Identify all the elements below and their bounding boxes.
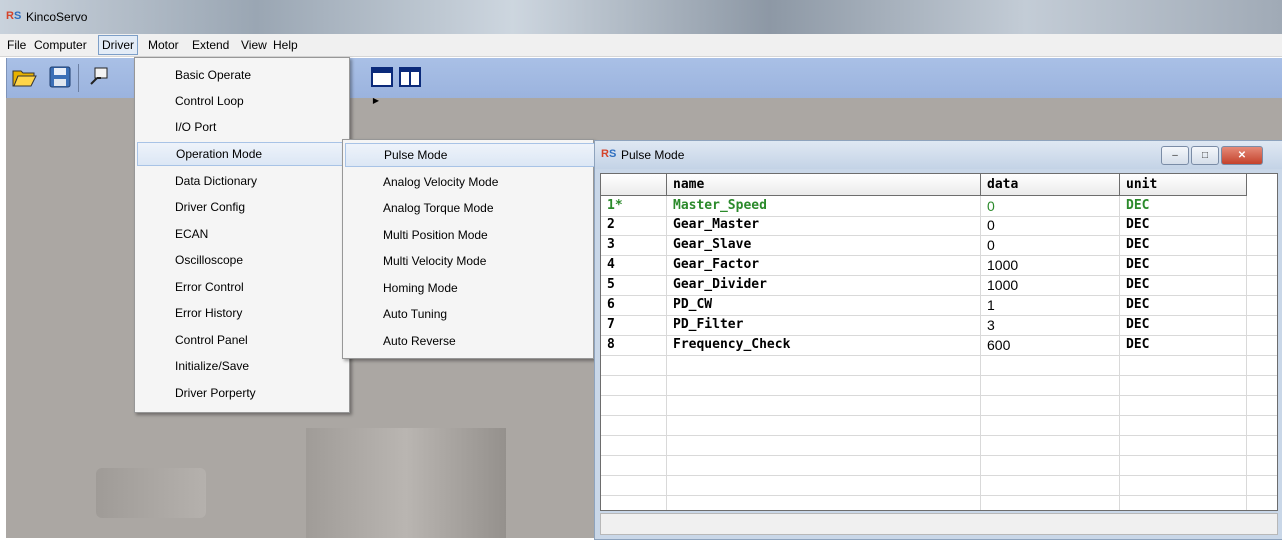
parameter-table: name data unit 1* Master_Speed 0 DEC 2 G…	[600, 173, 1278, 511]
menu-item-driver-property[interactable]: Driver Porperty	[137, 381, 385, 405]
row-unit: DEC	[1126, 217, 1150, 232]
table-row-empty	[601, 415, 1277, 436]
menu-item-basic-operate[interactable]: Basic Operate	[137, 63, 385, 87]
column-divider	[666, 196, 667, 510]
operation-mode-submenu: Pulse Mode Analog Velocity Mode Analog T…	[342, 139, 627, 359]
row-data-value[interactable]: 0	[981, 215, 1120, 235]
menu-item-homing-mode[interactable]: Homing Mode	[345, 276, 629, 300]
row-index: 7	[607, 317, 615, 332]
driver-menu: Basic Operate Control Loop ▶ I/O Port Ope…	[134, 57, 383, 413]
row-data-value[interactable]: 1000	[981, 255, 1120, 275]
child-window-title: Pulse Mode	[621, 148, 685, 162]
table-header-index[interactable]	[601, 174, 667, 196]
menu-item-multi-position-mode[interactable]: Multi Position Mode	[345, 223, 629, 247]
table-row[interactable]: 7 PD_Filter 3 DEC	[601, 315, 1277, 336]
menu-file[interactable]: File	[4, 37, 29, 53]
open-folder-icon[interactable]	[11, 64, 37, 90]
column-divider	[980, 196, 981, 510]
row-index: 1*	[607, 198, 623, 213]
table-row[interactable]: 5 Gear_Divider 1000 DEC	[601, 275, 1277, 296]
toolbar-separator	[78, 64, 79, 92]
menu-item-multi-velocity-mode[interactable]: Multi Velocity Mode	[345, 249, 629, 273]
connect-icon[interactable]	[87, 64, 113, 90]
row-unit: DEC	[1126, 257, 1150, 272]
menu-item-io-port[interactable]: I/O Port	[137, 115, 385, 139]
row-index: 2	[607, 217, 615, 232]
pulse-mode-window: RS Pulse Mode – □ ✕ name data unit 1* Ma…	[594, 140, 1282, 540]
column-divider	[1119, 196, 1120, 510]
app-icon: RS	[6, 10, 22, 22]
row-name: Gear_Divider	[673, 277, 767, 292]
child-status-bar	[600, 513, 1278, 535]
close-button[interactable]: ✕	[1221, 146, 1263, 165]
background-machine-image	[96, 468, 206, 518]
menu-item-control-loop[interactable]: Control Loop ▶	[137, 89, 385, 113]
menu-computer[interactable]: Computer	[31, 37, 90, 53]
row-data-value[interactable]: 600	[981, 335, 1120, 355]
row-unit: DEC	[1126, 297, 1150, 312]
row-index: 8	[607, 337, 615, 352]
table-row-empty	[601, 475, 1277, 496]
row-data-value[interactable]: 1	[981, 295, 1120, 315]
columns-icon[interactable]	[397, 64, 423, 90]
submenu-arrow-icon: ▶	[372, 96, 379, 105]
title-bar: RS KincoServo	[0, 0, 1282, 34]
maximize-button[interactable]: □	[1191, 146, 1219, 165]
window-title: KincoServo	[26, 10, 88, 24]
menu-motor[interactable]: Motor	[145, 37, 182, 53]
menu-bar: File Computer Driver Motor Extend View H…	[0, 34, 1282, 57]
row-name: PD_CW	[673, 297, 713, 312]
menu-help[interactable]: Help	[270, 37, 301, 53]
table-row[interactable]: 6 PD_CW 1 DEC	[601, 295, 1277, 316]
row-index: 4	[607, 257, 615, 272]
menu-item-auto-reverse[interactable]: Auto Reverse	[345, 329, 629, 353]
table-header-name[interactable]: name	[667, 174, 981, 196]
row-unit: DEC	[1126, 277, 1150, 292]
menu-driver[interactable]: Driver	[98, 35, 138, 55]
table-header-data[interactable]: data	[981, 174, 1120, 196]
background-machine-image	[306, 428, 506, 538]
table-row-empty	[601, 435, 1277, 456]
row-data-value[interactable]: 1000	[981, 275, 1120, 295]
menu-item-analog-velocity-mode[interactable]: Analog Velocity Mode	[345, 170, 629, 194]
table-row[interactable]: 2 Gear_Master 0 DEC	[601, 215, 1277, 236]
table-row-empty	[601, 455, 1277, 476]
row-data-value[interactable]: 0	[981, 196, 1120, 216]
row-name: Frequency_Check	[673, 337, 791, 352]
row-index: 5	[607, 277, 615, 292]
row-name: Gear_Factor	[673, 257, 760, 272]
minimize-button[interactable]: –	[1161, 146, 1189, 165]
row-unit: DEC	[1126, 237, 1150, 252]
table-row[interactable]: 1* Master_Speed 0 DEC	[601, 196, 1277, 217]
table-row-empty	[601, 355, 1277, 376]
table-row-empty	[601, 375, 1277, 396]
row-unit: DEC	[1126, 317, 1150, 332]
row-index: 3	[607, 237, 615, 252]
row-unit: DEC	[1126, 198, 1150, 213]
save-icon[interactable]	[47, 64, 73, 90]
row-name: Master_Speed	[673, 198, 767, 213]
row-data-value[interactable]: 0	[981, 235, 1120, 255]
column-divider	[1246, 196, 1247, 510]
table-row[interactable]: 3 Gear_Slave 0 DEC	[601, 235, 1277, 256]
row-index: 6	[607, 297, 615, 312]
row-name: Gear_Slave	[673, 237, 752, 252]
menu-item-pulse-mode[interactable]: Pulse Mode	[345, 143, 627, 167]
row-unit: DEC	[1126, 337, 1150, 352]
menu-item-analog-torque-mode[interactable]: Analog Torque Mode	[345, 196, 629, 220]
table-header-unit[interactable]: unit	[1120, 174, 1247, 196]
row-name: Gear_Master	[673, 217, 760, 232]
app-icon: RS	[601, 148, 617, 160]
child-title-bar[interactable]: RS Pulse Mode – □ ✕	[595, 141, 1282, 169]
table-row-empty	[601, 395, 1277, 416]
menu-view[interactable]: View	[238, 37, 270, 53]
menu-item-auto-tuning[interactable]: Auto Tuning	[345, 302, 629, 326]
table-row[interactable]: 8 Frequency_Check 600 DEC	[601, 335, 1277, 356]
table-row[interactable]: 4 Gear_Factor 1000 DEC	[601, 255, 1277, 276]
row-name: PD_Filter	[673, 317, 744, 332]
menu-extend[interactable]: Extend	[189, 37, 232, 53]
row-data-value[interactable]: 3	[981, 315, 1120, 335]
